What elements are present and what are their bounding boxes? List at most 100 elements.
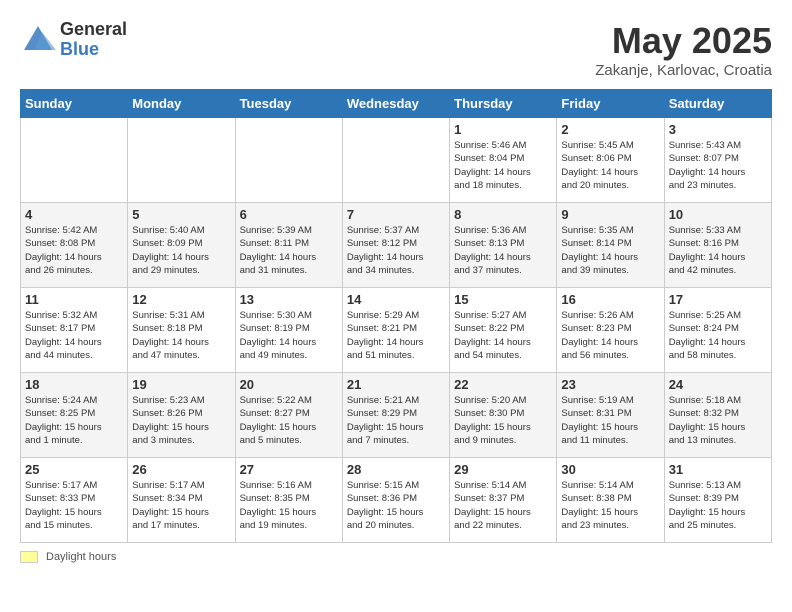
- day-number: 24: [669, 377, 767, 392]
- day-number: 2: [561, 122, 659, 137]
- calendar-cell: 10Sunrise: 5:33 AM Sunset: 8:16 PM Dayli…: [664, 203, 771, 288]
- day-number: 18: [25, 377, 123, 392]
- calendar-cell: 21Sunrise: 5:21 AM Sunset: 8:29 PM Dayli…: [342, 373, 449, 458]
- day-number: 30: [561, 462, 659, 477]
- calendar-cell: 9 Sunrise: 5:35 AM Sunset: 8:14 PM Daylig…: [557, 203, 664, 288]
- calendar-cell: 13Sunrise: 5:30 AM Sunset: 8:19 PM Dayli…: [235, 288, 342, 373]
- footer: Daylight hours: [20, 551, 772, 563]
- day-info: Sunrise: 5:17 AM Sunset: 8:33 PM Dayligh…: [25, 479, 123, 532]
- day-number: 6: [240, 207, 338, 222]
- calendar-table: SundayMondayTuesdayWednesdayThursdayFrid…: [20, 89, 772, 543]
- day-info: Sunrise: 5:13 AM Sunset: 8:39 PM Dayligh…: [669, 479, 767, 532]
- day-number: 5: [132, 207, 230, 222]
- header-cell-thursday: Thursday: [450, 90, 557, 118]
- calendar-week-4: 25 Sunrise: 5:17 AM Sunset: 8:33 PM Dayli…: [21, 458, 772, 543]
- day-number: 9: [561, 207, 659, 222]
- day-info: Sunrise: 5:43 AM Sunset: 8:07 PM Dayligh…: [669, 139, 767, 192]
- day-info: Sunrise: 5:20 AM Sunset: 8:30 PM Dayligh…: [454, 394, 552, 447]
- legend-box: [20, 551, 38, 563]
- day-number: 22: [454, 377, 552, 392]
- logo-general-text: General: [60, 20, 127, 40]
- day-info: Sunrise: 5:30 AM Sunset: 8:19 PM Dayligh…: [240, 309, 338, 362]
- header-cell-tuesday: Tuesday: [235, 90, 342, 118]
- day-info: Sunrise: 5:22 AM Sunset: 8:27 PM Dayligh…: [240, 394, 338, 447]
- header-cell-friday: Friday: [557, 90, 664, 118]
- calendar-cell: 12 Sunrise: 5:31 AM Sunset: 8:18 PM Dayli…: [128, 288, 235, 373]
- day-info: Sunrise: 5:37 AM Sunset: 8:12 PM Dayligh…: [347, 224, 445, 277]
- day-number: 8: [454, 207, 552, 222]
- header-cell-saturday: Saturday: [664, 90, 771, 118]
- calendar-week-3: 18 Sunrise: 5:24 AM Sunset: 8:25 PM Dayli…: [21, 373, 772, 458]
- calendar-cell: 19Sunrise: 5:23 AM Sunset: 8:26 PM Dayli…: [128, 373, 235, 458]
- day-info: Sunrise: 5:39 AM Sunset: 8:11 PM Dayligh…: [240, 224, 338, 277]
- legend-label: Daylight hours: [46, 551, 116, 563]
- day-number: 26: [132, 462, 230, 477]
- calendar-cell: [235, 118, 342, 203]
- day-number: 16: [561, 292, 659, 307]
- calendar-week-1: 4Sunrise: 5:42 AM Sunset: 8:08 PM Daylig…: [21, 203, 772, 288]
- calendar-week-2: 11 Sunrise: 5:32 AM Sunset: 8:17 PM Dayli…: [21, 288, 772, 373]
- calendar-cell: 28Sunrise: 5:15 AM Sunset: 8:36 PM Dayli…: [342, 458, 449, 543]
- day-number: 15: [454, 292, 552, 307]
- day-number: 10: [669, 207, 767, 222]
- day-info: Sunrise: 5:15 AM Sunset: 8:36 PM Dayligh…: [347, 479, 445, 532]
- day-number: 25: [25, 462, 123, 477]
- day-number: 23: [561, 377, 659, 392]
- calendar-cell: 31Sunrise: 5:13 AM Sunset: 8:39 PM Dayli…: [664, 458, 771, 543]
- calendar-cell: 22 Sunrise: 5:20 AM Sunset: 8:30 PM Dayli…: [450, 373, 557, 458]
- day-info: Sunrise: 5:19 AM Sunset: 8:31 PM Dayligh…: [561, 394, 659, 447]
- calendar-cell: 8 Sunrise: 5:36 AM Sunset: 8:13 PM Daylig…: [450, 203, 557, 288]
- day-number: 17: [669, 292, 767, 307]
- calendar-cell: 14Sunrise: 5:29 AM Sunset: 8:21 PM Dayli…: [342, 288, 449, 373]
- day-number: 7: [347, 207, 445, 222]
- day-info: Sunrise: 5:26 AM Sunset: 8:23 PM Dayligh…: [561, 309, 659, 362]
- calendar-cell: [21, 118, 128, 203]
- calendar-cell: 23 Sunrise: 5:19 AM Sunset: 8:31 PM Dayli…: [557, 373, 664, 458]
- calendar-cell: [128, 118, 235, 203]
- calendar-cell: 29 Sunrise: 5:14 AM Sunset: 8:37 PM Dayli…: [450, 458, 557, 543]
- calendar-cell: 26 Sunrise: 5:17 AM Sunset: 8:34 PM Dayli…: [128, 458, 235, 543]
- logo-text: General Blue: [60, 20, 127, 60]
- calendar-cell: 27Sunrise: 5:16 AM Sunset: 8:35 PM Dayli…: [235, 458, 342, 543]
- day-info: Sunrise: 5:36 AM Sunset: 8:13 PM Dayligh…: [454, 224, 552, 277]
- calendar-cell: 3Sunrise: 5:43 AM Sunset: 8:07 PM Daylig…: [664, 118, 771, 203]
- day-info: Sunrise: 5:14 AM Sunset: 8:38 PM Dayligh…: [561, 479, 659, 532]
- calendar-cell: 18 Sunrise: 5:24 AM Sunset: 8:25 PM Dayli…: [21, 373, 128, 458]
- day-info: Sunrise: 5:17 AM Sunset: 8:34 PM Dayligh…: [132, 479, 230, 532]
- day-number: 1: [454, 122, 552, 137]
- calendar-cell: 1 Sunrise: 5:46 AM Sunset: 8:04 PM Daylig…: [450, 118, 557, 203]
- day-number: 14: [347, 292, 445, 307]
- header: General Blue May 2025 Zakanje, Karlovac,…: [20, 20, 772, 79]
- day-info: Sunrise: 5:40 AM Sunset: 8:09 PM Dayligh…: [132, 224, 230, 277]
- day-number: 20: [240, 377, 338, 392]
- day-info: Sunrise: 5:42 AM Sunset: 8:08 PM Dayligh…: [25, 224, 123, 277]
- logo-icon: [20, 22, 56, 58]
- calendar-cell: 11 Sunrise: 5:32 AM Sunset: 8:17 PM Dayli…: [21, 288, 128, 373]
- day-info: Sunrise: 5:14 AM Sunset: 8:37 PM Dayligh…: [454, 479, 552, 532]
- logo-blue-text: Blue: [60, 40, 127, 60]
- calendar-cell: 17 Sunrise: 5:25 AM Sunset: 8:24 PM Dayli…: [664, 288, 771, 373]
- header-cell-sunday: Sunday: [21, 90, 128, 118]
- day-info: Sunrise: 5:46 AM Sunset: 8:04 PM Dayligh…: [454, 139, 552, 192]
- calendar-cell: 5 Sunrise: 5:40 AM Sunset: 8:09 PM Daylig…: [128, 203, 235, 288]
- logo: General Blue: [20, 20, 127, 60]
- day-info: Sunrise: 5:32 AM Sunset: 8:17 PM Dayligh…: [25, 309, 123, 362]
- calendar-cell: 7 Sunrise: 5:37 AM Sunset: 8:12 PM Daylig…: [342, 203, 449, 288]
- day-number: 29: [454, 462, 552, 477]
- day-number: 12: [132, 292, 230, 307]
- day-info: Sunrise: 5:25 AM Sunset: 8:24 PM Dayligh…: [669, 309, 767, 362]
- header-row: SundayMondayTuesdayWednesdayThursdayFrid…: [21, 90, 772, 118]
- calendar-cell: 20 Sunrise: 5:22 AM Sunset: 8:27 PM Dayli…: [235, 373, 342, 458]
- calendar-cell: 16 Sunrise: 5:26 AM Sunset: 8:23 PM Dayli…: [557, 288, 664, 373]
- calendar-cell: 2Sunrise: 5:45 AM Sunset: 8:06 PM Daylig…: [557, 118, 664, 203]
- calendar-cell: 30 Sunrise: 5:14 AM Sunset: 8:38 PM Dayli…: [557, 458, 664, 543]
- day-info: Sunrise: 5:21 AM Sunset: 8:29 PM Dayligh…: [347, 394, 445, 447]
- day-info: Sunrise: 5:35 AM Sunset: 8:14 PM Dayligh…: [561, 224, 659, 277]
- day-info: Sunrise: 5:24 AM Sunset: 8:25 PM Dayligh…: [25, 394, 123, 447]
- day-info: Sunrise: 5:31 AM Sunset: 8:18 PM Dayligh…: [132, 309, 230, 362]
- day-info: Sunrise: 5:27 AM Sunset: 8:22 PM Dayligh…: [454, 309, 552, 362]
- day-number: 11: [25, 292, 123, 307]
- day-info: Sunrise: 5:23 AM Sunset: 8:26 PM Dayligh…: [132, 394, 230, 447]
- day-number: 27: [240, 462, 338, 477]
- calendar-body: 1 Sunrise: 5:46 AM Sunset: 8:04 PM Daylig…: [21, 118, 772, 543]
